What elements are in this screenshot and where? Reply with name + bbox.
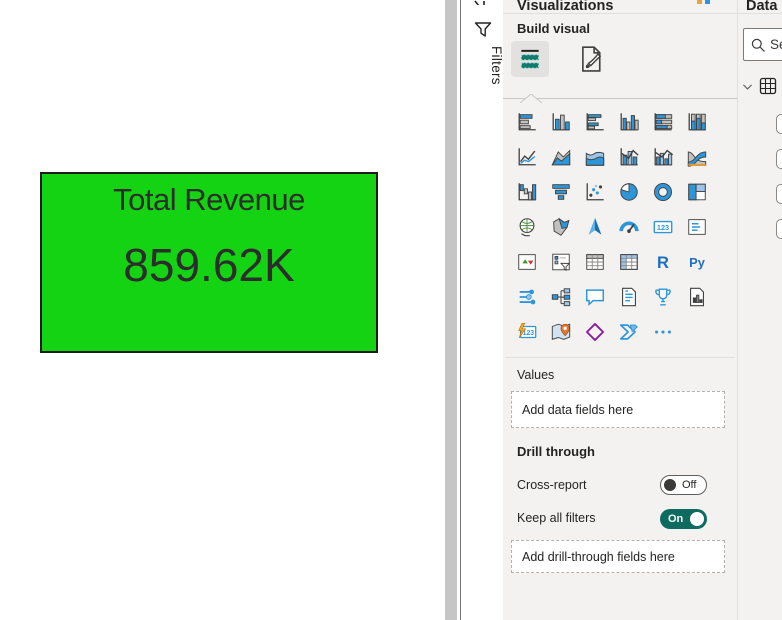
area-chart-icon[interactable]	[549, 145, 573, 169]
r-script-visual-icon[interactable]: R	[651, 250, 675, 274]
header-divider	[738, 13, 782, 14]
data-pane-title: Data	[746, 0, 778, 11]
semantic-model-row[interactable]	[741, 76, 778, 96]
data-pane: Data	[737, 0, 782, 620]
keep-all-filters-toggle[interactable]: On	[660, 509, 707, 529]
drill-well-placeholder: Add drill-through fields here	[522, 549, 675, 564]
card-visual[interactable]: Total Revenue 859.62K	[40, 172, 378, 353]
smart-narrative-icon[interactable]	[617, 285, 641, 309]
card-icon[interactable]: 123	[651, 215, 675, 239]
expand-filters-pane-icon[interactable]	[472, 0, 490, 5]
key-influencers-icon[interactable]	[515, 285, 539, 309]
powerbi-workspace: { "canvas": { "card": { "title": "Total …	[0, 0, 782, 620]
filled-map-icon[interactable]	[549, 215, 573, 239]
card-value: 859.62K	[123, 239, 295, 291]
toggle-state: On	[668, 513, 684, 525]
multi-row-card-icon[interactable]	[685, 215, 709, 239]
qa-visual-icon[interactable]	[583, 285, 607, 309]
line-and-clustered-column-chart-icon[interactable]	[651, 145, 675, 169]
python-visual-icon[interactable]: Py	[685, 250, 709, 274]
report-canvas[interactable]: Total Revenue 859.62K	[0, 0, 445, 620]
field-checkbox[interactable]	[776, 149, 782, 169]
ribbon-chart-icon[interactable]	[685, 145, 709, 169]
table-icon[interactable]	[583, 250, 607, 274]
scatter-chart-icon[interactable]	[583, 180, 607, 204]
power-apps-icon[interactable]	[583, 320, 607, 344]
collapse-pane-icon[interactable]	[705, 0, 710, 4]
line-chart-icon[interactable]	[515, 145, 539, 169]
metrics-icon[interactable]	[651, 285, 675, 309]
visualizations-pane: Visualizations Build visual 123 R Py 123 Va…	[503, 0, 737, 620]
format-visual-icon	[582, 46, 602, 72]
build-visual-tab[interactable]	[511, 41, 549, 77]
svg-text:Py: Py	[689, 255, 706, 270]
header-divider	[503, 13, 737, 14]
filters-pane-collapsed[interactable]: Filters	[460, 0, 504, 620]
toggle-knob	[664, 479, 676, 491]
pie-chart-icon[interactable]	[617, 180, 641, 204]
clustered-column-chart-icon[interactable]	[617, 110, 641, 134]
card-category-label: Total Revenue	[113, 182, 305, 217]
values-section-label: Values	[517, 368, 555, 382]
paginated-report-icon[interactable]	[685, 285, 709, 309]
values-field-well[interactable]: Add data fields here	[511, 391, 725, 428]
decomposition-tree-icon[interactable]	[549, 285, 573, 309]
arcgis-maps-icon[interactable]	[549, 320, 573, 344]
map-icon[interactable]	[515, 215, 539, 239]
visualizations-title: Visualizations	[517, 0, 614, 11]
toggle-state: Off	[682, 479, 697, 491]
azure-map-icon[interactable]	[583, 215, 607, 239]
data-search-box[interactable]	[743, 28, 782, 61]
chevron-down-icon	[743, 83, 752, 90]
build-visual-label: Build visual	[517, 21, 590, 36]
values-well-placeholder: Add data fields here	[522, 402, 634, 417]
field-checkbox[interactable]	[776, 114, 782, 134]
card-new-icon[interactable]: 123	[515, 320, 539, 344]
build-visual-icon	[520, 49, 540, 69]
drill-through-field-well[interactable]: Add drill-through fields here	[511, 540, 725, 573]
filter-funnel-icon	[473, 20, 493, 45]
waterfall-chart-icon[interactable]	[515, 180, 539, 204]
drill-through-label: Drill through	[517, 444, 595, 459]
toggle-knob	[690, 512, 704, 526]
hundred-stacked-bar-chart-icon[interactable]	[651, 110, 675, 134]
funnel-chart-icon[interactable]	[549, 180, 573, 204]
power-automate-icon[interactable]	[617, 320, 641, 344]
kpi-icon[interactable]	[515, 250, 539, 274]
stacked-area-chart-icon[interactable]	[583, 145, 607, 169]
line-and-stacked-column-chart-icon[interactable]	[617, 145, 641, 169]
treemap-icon[interactable]	[685, 180, 709, 204]
search-icon	[751, 38, 765, 52]
search-input[interactable]	[770, 37, 782, 52]
format-visual-tab[interactable]	[575, 43, 607, 75]
more-options-icon[interactable]	[651, 320, 675, 344]
field-checkbox[interactable]	[776, 219, 782, 239]
hundred-stacked-column-chart-icon[interactable]	[685, 110, 709, 134]
donut-chart-icon[interactable]	[651, 180, 675, 204]
matrix-icon[interactable]	[617, 250, 641, 274]
canvas-scrollbar[interactable]	[445, 0, 457, 620]
selected-tab-notch	[519, 90, 543, 108]
svg-text:R: R	[657, 254, 669, 272]
cross-report-label: Cross-report	[517, 478, 587, 492]
pane-header-mini-icon[interactable]	[697, 0, 702, 4]
data-pane-header: Data	[738, 0, 782, 11]
visual-gallery: 123 R Py 123	[515, 110, 709, 344]
clustered-bar-chart-icon[interactable]	[583, 110, 607, 134]
cross-report-toggle[interactable]: Off	[660, 475, 707, 495]
stacked-column-chart-icon[interactable]	[549, 110, 573, 134]
filters-pane-label: Filters	[489, 46, 504, 85]
table-icon	[759, 77, 777, 95]
svg-text:123: 123	[523, 330, 535, 337]
gauge-icon[interactable]	[617, 215, 641, 239]
keep-all-filters-label: Keep all filters	[517, 511, 596, 525]
slicer-icon[interactable]	[549, 250, 573, 274]
stacked-bar-chart-icon[interactable]	[515, 110, 539, 134]
field-checkbox[interactable]	[776, 184, 782, 204]
section-divider	[505, 357, 735, 358]
svg-text:123: 123	[657, 223, 669, 232]
